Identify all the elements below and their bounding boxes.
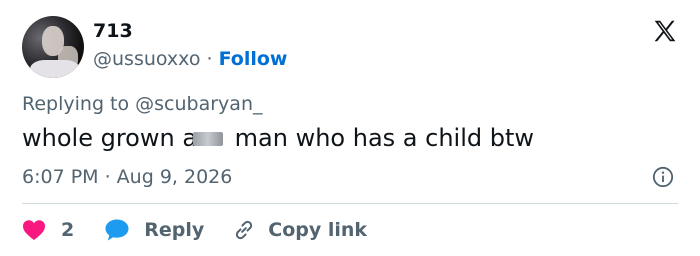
handle-separator: · bbox=[206, 48, 213, 70]
avatar-shirt bbox=[30, 60, 80, 78]
speech-bubble-icon bbox=[105, 219, 129, 241]
copy-link-label: Copy link bbox=[268, 219, 368, 241]
follow-button[interactable]: Follow bbox=[219, 48, 288, 70]
reply-label: Reply bbox=[144, 219, 205, 241]
action-bar: 2 Reply Copy link bbox=[22, 215, 367, 245]
link-icon bbox=[236, 220, 253, 240]
user-handle[interactable]: @ussuoxxo bbox=[93, 48, 200, 70]
copy-link-button[interactable]: Copy link bbox=[232, 218, 367, 242]
replying-to-handle[interactable]: @scubaryan_ bbox=[135, 93, 262, 115]
x-logo-icon[interactable] bbox=[652, 18, 678, 44]
heart-icon bbox=[23, 220, 45, 240]
divider bbox=[22, 203, 678, 204]
like-button[interactable]: 2 bbox=[22, 219, 104, 241]
tweet-text-before: whole grown a bbox=[22, 124, 198, 152]
tweet-text: whole grown a man who has a child btw bbox=[22, 124, 534, 152]
handle-row: @ussuoxxo · Follow bbox=[93, 48, 288, 70]
tweet-text-after: man who has a child btw bbox=[227, 124, 535, 152]
display-name[interactable]: 713 bbox=[93, 20, 133, 42]
reply-button[interactable]: Reply bbox=[104, 218, 232, 242]
info-icon[interactable] bbox=[652, 166, 674, 188]
tweet-timestamp[interactable]: 6:07 PM · Aug 9, 2026 bbox=[22, 166, 232, 188]
censored-word-blur bbox=[193, 132, 224, 146]
replying-to-line: Replying to @scubaryan_ bbox=[22, 93, 263, 115]
replying-prefix: Replying to bbox=[22, 93, 136, 115]
avatar[interactable] bbox=[22, 16, 84, 78]
like-count: 2 bbox=[61, 219, 75, 241]
